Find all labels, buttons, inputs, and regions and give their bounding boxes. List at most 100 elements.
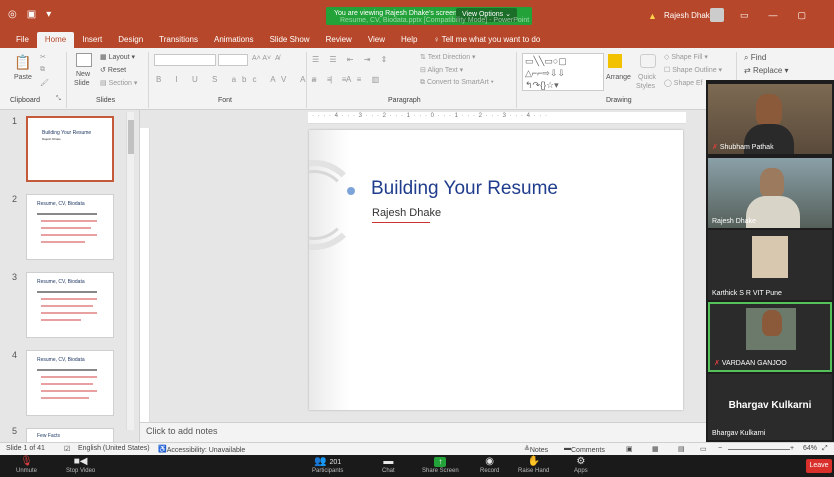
notes-toggle[interactable]: ≜ Notes (524, 445, 548, 454)
alignment-buttons[interactable]: ≡ ≡ ≡ ≡ ▥ (312, 75, 383, 84)
smartart-button[interactable]: ⧉ Convert to SmartArt ▾ (420, 79, 494, 87)
record-button[interactable]: ◉ Record (480, 456, 499, 474)
font-size-buttons[interactable]: A˄ A˅ A̸ (252, 55, 280, 62)
slide-thumbnail-3[interactable]: Resume, CV, Biodata (26, 272, 114, 338)
save-icon[interactable]: ▣ (27, 9, 36, 20)
dialog-launcher-icon[interactable]: ⤡ (56, 96, 61, 103)
unmute-button[interactable]: 🎙 Unmute (16, 456, 37, 474)
tab-review[interactable]: Review (318, 32, 360, 48)
font-size-field[interactable] (218, 54, 248, 66)
thumbnail-text-line (37, 291, 97, 293)
participant-tile[interactable]: Bhargav Kulkarni Bhargav Kulkarni (708, 374, 832, 440)
find-button[interactable]: ⌕ Find (744, 53, 766, 63)
quick-styles-button[interactable]: Quick (638, 74, 656, 81)
slideshow-icon[interactable]: ▭ (700, 445, 707, 453)
tab-animations[interactable]: Animations (206, 32, 262, 48)
slide-thumbnail-1[interactable]: Building Your Resume Rajesh Dhake (26, 116, 114, 182)
replace-button[interactable]: ⇄ Replace ▾ (744, 66, 789, 75)
divider (66, 52, 67, 108)
status-bar: Slide 1 of 41 ☑ English (United States) … (0, 442, 834, 455)
muted-mic-icon: 🎙 (20, 456, 33, 467)
cut-icon[interactable]: ✂ (40, 53, 46, 61)
spelling-icon[interactable]: ☑ (64, 445, 70, 453)
participant-tile-active[interactable]: ✗ VARDAAN GANJOO (708, 302, 832, 372)
tell-me-search[interactable]: ♀ Tell me what you want to do (425, 32, 548, 48)
slide-thumbnail-4[interactable]: Resume, CV, Biodata (26, 350, 114, 416)
stop-video-button[interactable]: ■◀ Stop Video (66, 456, 95, 474)
slide-sorter-icon[interactable]: ▦ (652, 445, 659, 453)
language-indicator[interactable]: English (United States) (78, 445, 150, 452)
notes-pane[interactable]: Click to add notes (140, 422, 706, 442)
new-slide-label[interactable]: Slide (74, 80, 90, 87)
avatar[interactable] (710, 8, 724, 22)
customize-icon[interactable]: ▾ (46, 9, 51, 20)
arrange-icon[interactable] (608, 54, 622, 68)
participants-button[interactable]: 👥 201 Participants (312, 456, 343, 474)
scrollbar-thumb[interactable] (128, 120, 134, 154)
accessibility-status[interactable]: ♿ Accessibility: Unavailable (158, 445, 245, 454)
slide-thumbnail-5[interactable]: Few Facts (26, 428, 114, 442)
shapes-gallery[interactable]: ▭╲╲▭○▢ △⌐⌐⇨⇩⇩ ↰↷{}☆▾ (522, 53, 604, 91)
autosave-icon[interactable]: ◎ (8, 9, 17, 20)
maximize-icon[interactable]: ▢ (798, 10, 807, 21)
fit-to-window-icon[interactable]: ⤢ (822, 445, 828, 453)
share-screen-button[interactable]: ↑ Share Screen (422, 456, 459, 474)
tab-help[interactable]: Help (393, 32, 425, 48)
reading-view-icon[interactable]: ▤ (678, 445, 685, 453)
participant-tile[interactable]: Rajesh Dhake (708, 158, 832, 228)
tab-slide-show[interactable]: Slide Show (262, 32, 318, 48)
zoom-in-icon[interactable]: + (790, 445, 794, 452)
copy-icon[interactable]: ⧉ (40, 66, 45, 74)
participant-tile[interactable]: Karthick S R VIT Pune (708, 230, 832, 300)
list-buttons[interactable]: ☰ ☰ ⇤ ⇥ ⇕ (312, 55, 391, 64)
layout-button[interactable]: ▦ Layout ▾ (100, 53, 135, 61)
text-direction-button[interactable]: ⇅ Text Direction ▾ (420, 53, 476, 61)
tab-file[interactable]: File (8, 32, 37, 48)
zoom-out-icon[interactable]: − (718, 445, 722, 452)
section-button[interactable]: ▤ Section ▾ (100, 79, 137, 87)
paste-button[interactable]: Paste (14, 74, 32, 81)
thumbnail-scrollbar[interactable] (126, 112, 134, 430)
quick-styles-icon[interactable] (640, 54, 656, 68)
new-slide-icon[interactable] (76, 53, 92, 67)
comments-toggle[interactable]: ▬ Comments (564, 445, 605, 454)
shape-effects-button[interactable]: ◯ Shape Ef (664, 79, 703, 87)
paste-icon[interactable]: 📋 (14, 54, 31, 71)
tab-transitions[interactable]: Transitions (151, 32, 206, 48)
slide-subtitle[interactable]: Rajesh Dhake (372, 207, 441, 219)
zoom-level[interactable]: 64% (803, 445, 817, 452)
horizontal-ruler: · · · · 4 · · · 3 · · · 2 · · · 1 · · · … (308, 112, 686, 124)
align-text-button[interactable]: ⊟ Align Text ▾ (420, 66, 463, 74)
slide-thumbnail-2[interactable]: Resume, CV, Biodata (26, 194, 114, 260)
slide-decoration-dot (347, 187, 355, 195)
tab-design[interactable]: Design (110, 32, 151, 48)
normal-view-icon[interactable]: ▣ (626, 445, 633, 453)
tab-view[interactable]: View (360, 32, 393, 48)
tab-home[interactable]: Home (36, 32, 75, 48)
quick-styles-label[interactable]: Styles (636, 83, 655, 90)
thumbnail-title: Few Facts (37, 433, 61, 439)
account-name[interactable]: Rajesh Dhake (664, 11, 714, 20)
format-painter-icon[interactable]: 🖌 (40, 79, 49, 87)
ribbon-display-icon[interactable]: ▭ (740, 10, 749, 21)
minimize-icon[interactable]: — (769, 10, 778, 21)
raise-hand-button[interactable]: ✋ Raise Hand (518, 456, 549, 474)
divider (516, 52, 517, 108)
slide-canvas[interactable]: Building Your Resume Rajesh Dhake (309, 130, 683, 410)
participant-tile[interactable]: ✗ Shubham Pathak (708, 84, 832, 154)
tab-insert[interactable]: Insert (74, 32, 110, 48)
shape-outline-button[interactable]: ☐ Shape Outline ▾ (664, 66, 722, 74)
slide-title[interactable]: Building Your Resume (371, 178, 558, 200)
apps-button[interactable]: ⚙ Apps (574, 456, 588, 474)
slide-counter: Slide 1 of 41 (6, 445, 45, 452)
shape-fill-button[interactable]: ◇ Shape Fill ▾ (664, 53, 708, 61)
font-name-field[interactable] (154, 54, 216, 66)
chat-button[interactable]: ▬ Chat (382, 456, 395, 474)
new-slide-button[interactable]: New (76, 71, 90, 78)
arrange-button[interactable]: Arrange (606, 74, 631, 81)
leave-button[interactable]: Leave (806, 459, 832, 473)
reset-button[interactable]: ↺ Reset (100, 66, 126, 74)
thumbnail-text-line (41, 397, 89, 399)
record-icon: ◉ (485, 456, 495, 467)
zoom-slider[interactable] (728, 449, 790, 450)
